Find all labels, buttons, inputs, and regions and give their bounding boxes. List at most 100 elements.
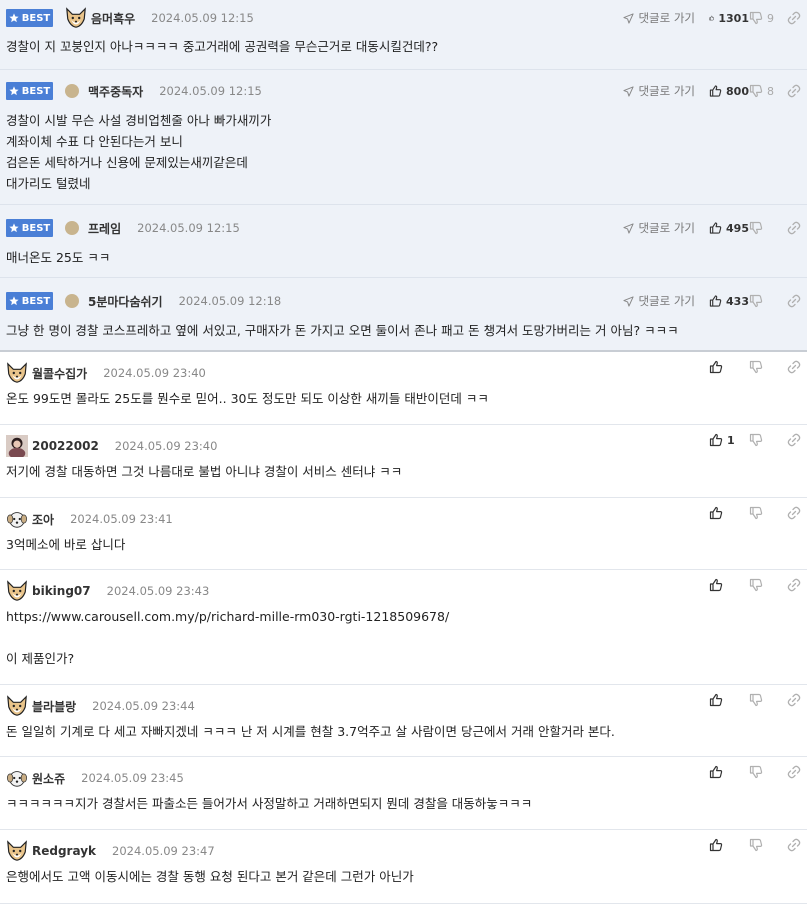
upvote-button[interactable]: 1 xyxy=(709,433,749,447)
comment-meta: BEST 음머흑우 2024.05.09 12:15 댓글로 가기 1301 9 xyxy=(6,0,807,36)
link-icon xyxy=(787,693,801,707)
avatar[interactable] xyxy=(65,7,87,29)
comment-meta: 블라블랑 2024.05.09 23:44 xyxy=(6,691,807,721)
avatar[interactable] xyxy=(65,221,79,235)
avatar[interactable] xyxy=(6,695,28,717)
link-button[interactable] xyxy=(781,360,807,374)
avatar[interactable] xyxy=(6,508,28,530)
nickname[interactable]: 블라블랑 xyxy=(32,698,76,715)
link-button[interactable] xyxy=(781,11,807,25)
comment-meta: BEST 프레임 2024.05.09 12:15 댓글로 가기 495 xyxy=(6,209,807,247)
reply-link[interactable]: 댓글로 가기 xyxy=(623,220,695,236)
fox-avatar-icon xyxy=(65,7,87,29)
nickname[interactable]: 맥주중독자 xyxy=(88,83,143,100)
nickname[interactable]: 월콜수집가 xyxy=(32,365,87,382)
nickname[interactable]: 조아 xyxy=(32,511,54,528)
thumbs-down-icon xyxy=(749,221,763,235)
best-badge-label: BEST xyxy=(21,295,51,307)
comment-meta: 월콜수집가 2024.05.09 23:40 xyxy=(6,358,807,388)
comment-body: 돈 일일히 기계로 다 세고 자빠지겠네 ㅋㅋㅋ 난 저 시계를 현찰 3.7억… xyxy=(6,721,807,742)
avatar[interactable] xyxy=(65,294,79,308)
comment-body: 경찰이 시발 무슨 사설 경비업첸줄 아나 빠가새끼가 계좌이체 수표 다 안된… xyxy=(6,110,807,194)
comment-actions: 댓글로 가기 1301 9 xyxy=(623,0,807,36)
upvote-button[interactable] xyxy=(709,506,749,520)
comment-text-line: 은행에서도 고액 이동시에는 경찰 동행 요청 된다고 본거 같은데 그런가 아… xyxy=(6,869,414,884)
avatar[interactable] xyxy=(6,435,28,457)
nickname[interactable]: Redgrayk xyxy=(32,844,96,858)
thumbs-up-icon xyxy=(709,360,723,374)
best-badge-label: BEST xyxy=(21,85,51,97)
timestamp: 2024.05.09 12:18 xyxy=(178,294,282,308)
comment-item: BEST 5분마다숨쉬기 2024.05.09 12:18 댓글로 가기 433… xyxy=(0,278,807,352)
link-button[interactable] xyxy=(781,506,807,520)
arrow-icon xyxy=(623,296,634,307)
link-button[interactable] xyxy=(781,578,807,592)
link-icon xyxy=(787,765,801,779)
link-button[interactable] xyxy=(781,221,807,235)
avatar[interactable] xyxy=(6,767,28,789)
downvote-count: 8 xyxy=(767,84,774,98)
downvote-button[interactable] xyxy=(749,838,781,852)
link-button[interactable] xyxy=(781,693,807,707)
reply-link[interactable]: 댓글로 가기 xyxy=(623,293,695,309)
downvote-button[interactable]: 8 xyxy=(749,84,781,98)
downvote-button[interactable] xyxy=(749,765,781,779)
downvote-button[interactable] xyxy=(749,433,781,447)
comment-actions xyxy=(709,504,807,534)
nickname[interactable]: 20022002 xyxy=(32,439,99,453)
reply-label: 댓글로 가기 xyxy=(638,84,695,98)
link-button[interactable] xyxy=(781,294,807,308)
thumbs-down-icon xyxy=(749,11,763,25)
upvote-button[interactable] xyxy=(709,838,749,852)
downvote-button[interactable] xyxy=(749,578,781,592)
upvote-button[interactable] xyxy=(709,693,749,707)
upvote-button[interactable]: 1301 xyxy=(709,11,749,25)
upvote-button[interactable] xyxy=(709,765,749,779)
downvote-button[interactable]: 9 xyxy=(749,11,781,25)
comment-actions xyxy=(709,836,807,866)
nickname[interactable]: biking07 xyxy=(32,584,91,598)
thumbs-up-icon xyxy=(709,578,723,592)
link-icon xyxy=(787,578,801,592)
nickname[interactable]: 프레임 xyxy=(88,220,121,237)
downvote-button[interactable] xyxy=(749,506,781,520)
upvote-button[interactable]: 495 xyxy=(709,221,749,235)
link-icon xyxy=(787,838,801,852)
link-button[interactable] xyxy=(781,84,807,98)
upvote-button[interactable] xyxy=(709,578,749,592)
dog-avatar-icon xyxy=(6,767,28,789)
thumbs-up-icon xyxy=(709,294,722,308)
comment-body: 3억메소에 바로 삽니다 xyxy=(6,534,807,555)
downvote-button[interactable] xyxy=(749,360,781,374)
comment-text-line: 검은돈 세탁하거나 신용에 문제있는새끼같은데 xyxy=(6,155,248,170)
thumbs-up-icon xyxy=(709,433,723,447)
comment-link-text[interactable]: https://www.carousell.com.my/p/richard-m… xyxy=(6,606,807,627)
upvote-button[interactable] xyxy=(709,360,749,374)
nickname[interactable]: 5분마다숨쉬기 xyxy=(88,293,163,310)
avatar[interactable] xyxy=(6,580,28,602)
nickname[interactable]: 음머흑우 xyxy=(91,10,135,27)
timestamp: 2024.05.09 23:40 xyxy=(114,439,218,453)
timestamp: 2024.05.09 12:15 xyxy=(137,221,240,235)
downvote-button[interactable] xyxy=(749,294,781,308)
downvote-button[interactable] xyxy=(749,693,781,707)
upvote-button[interactable]: 433 xyxy=(709,294,749,308)
link-icon xyxy=(787,11,801,25)
avatar[interactable] xyxy=(6,840,28,862)
downvote-count: 9 xyxy=(767,11,774,25)
link-button[interactable] xyxy=(781,765,807,779)
thumbs-down-icon xyxy=(749,433,763,447)
thumbs-up-icon xyxy=(709,765,723,779)
link-button[interactable] xyxy=(781,433,807,447)
comment-body: https://www.carousell.com.my/p/richard-m… xyxy=(6,606,807,669)
nickname[interactable]: 원소쥬 xyxy=(32,770,65,787)
reply-link[interactable]: 댓글로 가기 xyxy=(623,10,695,26)
link-button[interactable] xyxy=(781,838,807,852)
avatar[interactable] xyxy=(6,362,28,384)
downvote-button[interactable] xyxy=(749,221,781,235)
comment-meta: BEST 5분마다숨쉬기 2024.05.09 12:18 댓글로 가기 433 xyxy=(6,282,807,320)
reply-link[interactable]: 댓글로 가기 xyxy=(623,83,695,99)
upvote-button[interactable]: 800 xyxy=(709,84,749,98)
comment-text-line: 이 제품인가? xyxy=(6,651,75,666)
avatar[interactable] xyxy=(65,84,79,98)
